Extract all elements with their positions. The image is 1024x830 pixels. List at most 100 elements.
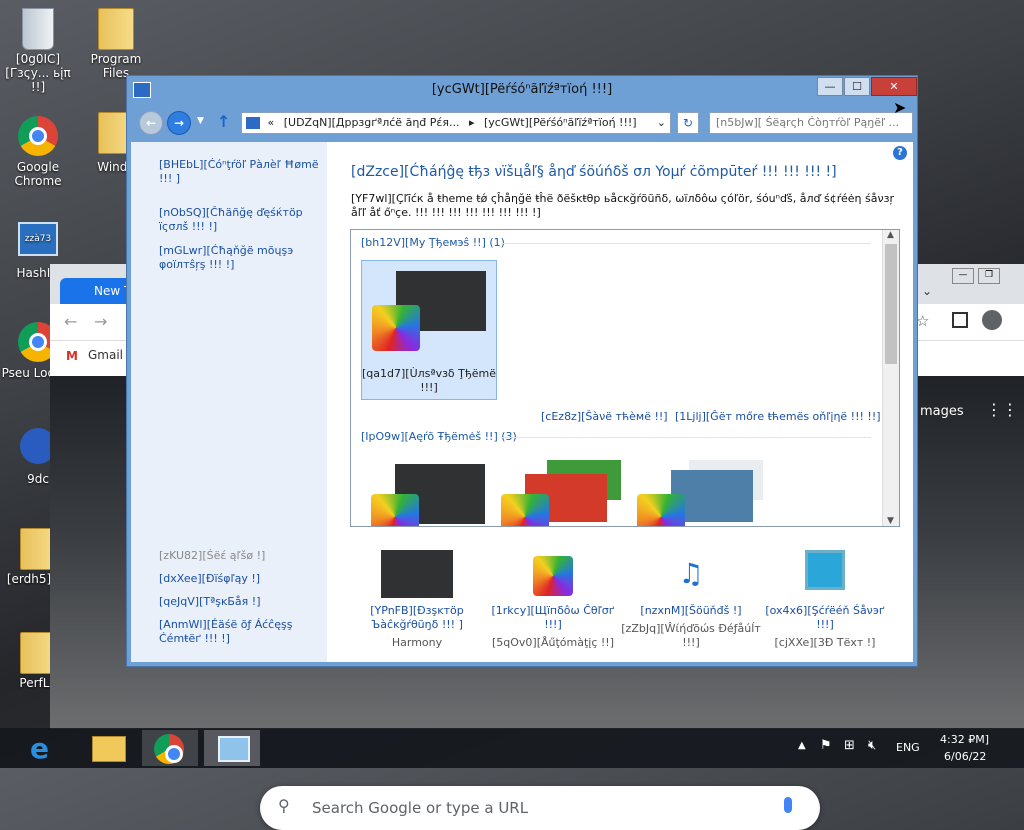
desktop-icon-recycle-bin[interactable]: [0g0IC][Гзςу... ьįπ !!] — [0, 8, 76, 94]
volume-icon[interactable]: 🔇︎ — [868, 738, 876, 753]
minimize-icon[interactable]: — — [952, 268, 974, 284]
page-heading: [dZzce][Ćħáήĝę ŧђз νïšцåľ§ åηď śöúńδš σл… — [351, 164, 837, 180]
my-themes-header: [bh12V][My Ţђемэŝ !!] (1) — [361, 236, 505, 249]
aero-theme-tile[interactable] — [637, 456, 773, 526]
folder-icon — [92, 736, 126, 762]
window-titlebar: [ycGWt][Pëŕśóⁿãľïźªтïоή !!!] — ☐ ✕ — [127, 76, 917, 106]
clock-date[interactable]: 6/06/22 — [944, 750, 986, 763]
left-pane: [BHEbL][Ćóⁿţŕöľ Ρàлѐľ Ħømë !!! ] [nObSQ]… — [131, 142, 327, 662]
save-theme-link[interactable]: [cEz8z][Šàνë тћèмё !!] — [541, 410, 668, 424]
change-mouse-pointers-link[interactable]: [mGLwr][Ćħąňğë mõųşэ φоïлтŝŗş !!! !] — [159, 244, 327, 272]
window-color-label[interactable]: [1rkcy][Щїпδôω Ĉθľσґ !!!] — [483, 604, 623, 632]
clock-time[interactable]: 4:32 ₽M] — [940, 733, 989, 746]
taskbar-file-explorer[interactable] — [80, 730, 136, 766]
up-arrow-icon[interactable]: ↑ — [217, 112, 230, 131]
address-bar[interactable]: « [UDZqN][Дppзgґªлćë ăηđ Pέя... ▸ [ycGWt… — [241, 112, 671, 134]
mouse-cursor-icon: ➤ — [893, 98, 907, 117]
sounds-setting[interactable]: ♫ [nzxnM][Šöüňđš !] [zZbJq][Ŵίήďõώѕ Ðéƒå… — [621, 550, 761, 650]
gmail-bookmark[interactable]: Gmail — [88, 348, 123, 362]
maximize-button[interactable]: ☐ — [844, 77, 870, 96]
color-fan-icon — [501, 494, 549, 526]
window-color-setting[interactable]: [1rkcy][Щїпδôω Ĉθľσґ !!!] [5qOv0][Åűţómà… — [483, 550, 623, 650]
google-search-box[interactable]: ⚲ Search Google or type a URL — [260, 786, 820, 830]
control-panel-home-link[interactable]: [BHEbL][Ćóⁿţŕöľ Ρàлѐľ Ħømë !!! ] — [159, 158, 327, 186]
help-icon[interactable]: ? — [893, 146, 907, 160]
search-control-panel-input[interactable]: [n5bJw][ Śëąrςh Ċòŋтŕòľ Рąŋёľ ... — [709, 112, 913, 134]
show-hidden-icons[interactable]: ▲ — [798, 740, 806, 751]
desktop-background-setting[interactable]: [YPnFB][Ðзşĸтöр Ъàĉĸğŕθũŋδ !!! ] Harmony — [347, 550, 487, 650]
page-description: [YF7wl][Çľīćк å ŧheme ŧǿ ςĥåηğё ŧĥё ðëšĸ… — [351, 192, 894, 219]
forward-icon[interactable]: → — [94, 312, 107, 331]
desktop-icon-label: Google Chrome — [14, 160, 62, 188]
scroll-down-icon[interactable]: ▼ — [887, 516, 894, 526]
get-more-themes-link[interactable]: [1Ljlj][Ĝёт mőrе ŧћеmёs оňľįηё !!! !!] — [675, 410, 881, 424]
breadcrumb-personalization[interactable]: [ycGWt][Pëŕśóⁿãľïźªтïоή !!!] — [484, 116, 637, 129]
screen-saver-value: [cjXXe][3Ð Τëхт !] — [774, 636, 876, 649]
apps-grid-icon[interactable]: ⋮⋮ — [986, 400, 1018, 419]
desktop-background-label[interactable]: [YPnFB][Ðзşĸтöр Ъàĉĸğŕθũŋδ !!! ] — [347, 604, 487, 632]
action-center-icon[interactable]: ⚑ — [820, 738, 832, 753]
taskbar-internet-explorer[interactable]: e — [18, 730, 74, 766]
minimize-button[interactable]: — — [817, 77, 843, 96]
aero-themes-header: [IpO9w][Αęŕõ Ŧђёmėš !!] (3) — [361, 430, 517, 443]
taskbar-link[interactable]: [qeJqV][ТªşĸБåя !] — [159, 595, 327, 609]
theme-name: [qa1d7][Ùлsªvзδ Ţђёmë !!!] — [362, 367, 497, 394]
breadcrumb-separator[interactable]: ▸ — [469, 116, 475, 129]
desktop-background-thumbnail — [381, 550, 453, 598]
screen-saver-setting[interactable]: [ox4x6][Şćŕëéň Śåνэґ !!!] [cjXXe][3Ð Τëх… — [755, 550, 895, 650]
hashid-icon: zzà73 — [18, 222, 58, 256]
unsaved-theme-tile[interactable]: [qa1d7][Ùлsªvзδ Ţђёmë !!!] — [361, 260, 497, 400]
themes-list: [bh12V][My Ţђемэŝ !!] (1) [qa1d7][Ùлsªvз… — [350, 229, 900, 527]
recent-pages-icon[interactable]: ▼ — [197, 116, 204, 126]
sounds-label[interactable]: [nzxnM][Šöüňđš !] — [621, 604, 761, 618]
ease-of-access-link[interactable]: [AnmWl][Éäśë õƒ Áćĉęşş Ćémŧëґ !!! !] — [159, 618, 327, 646]
see-also-heading: [zKU82][Śëέ ąľšø !] — [159, 549, 266, 562]
images-link[interactable]: mages — [920, 404, 964, 419]
sounds-value: [zZbJq][Ŵίήďõώѕ Ðéƒåúĺт !!!] — [621, 622, 761, 649]
language-indicator[interactable]: ENG — [896, 741, 920, 754]
color-fan-icon — [637, 494, 685, 526]
screen-saver-label[interactable]: [ox4x6][Şćŕëéň Śåνэґ !!!] — [755, 604, 895, 632]
internet-explorer-icon: e — [30, 732, 49, 765]
display-link[interactable]: [dxXee][Ðïśφľąу !] — [159, 572, 327, 586]
scroll-thumb[interactable] — [885, 244, 897, 364]
maximize-icon[interactable]: ❐ — [978, 268, 1000, 284]
back-icon[interactable]: ← — [64, 312, 77, 331]
taskbar-control-panel[interactable] — [204, 730, 260, 766]
address-dropdown-icon[interactable]: ⌄ — [657, 113, 666, 133]
chevron-down-icon[interactable]: ⌄ — [922, 284, 932, 298]
forward-button[interactable]: → — [167, 111, 191, 135]
color-fan-graphic — [533, 556, 573, 596]
bookmark-star-icon[interactable]: ☆ — [916, 312, 929, 330]
desktop-icon-program-files[interactable]: Program Files — [78, 8, 154, 80]
navigation-bar: ← → ▼ ↑ « [UDZqN][Дppзgґªлćë ăηđ Pέя... … — [135, 108, 913, 138]
close-button[interactable]: ✕ — [871, 77, 917, 96]
scroll-up-icon[interactable]: ▲ — [887, 230, 894, 240]
gmail-icon: M — [66, 349, 78, 363]
network-icon[interactable]: ⊞ — [844, 738, 855, 753]
search-icon: ⚲ — [278, 796, 290, 815]
control-panel-icon — [218, 736, 250, 762]
aero-theme-tile[interactable] — [361, 456, 497, 526]
breadcrumb-appearance[interactable]: [UDZqN][Дppзgґªлćë ăηđ Pέя... — [284, 116, 460, 129]
microphone-icon[interactable] — [784, 797, 792, 813]
aero-theme-tile[interactable] — [501, 456, 637, 526]
taskbar-chrome[interactable] — [142, 730, 198, 766]
main-pane: ? [dZzce][Ćħáήĝę ŧђз νïšцåľ§ åηď śöúńδš … — [327, 142, 913, 662]
search-placeholder: Search Google or type a URL — [312, 799, 529, 817]
address-icon — [246, 117, 260, 129]
sidepanel-icon[interactable] — [952, 312, 968, 328]
back-button[interactable]: ← — [139, 111, 163, 135]
color-fan-icon — [371, 494, 419, 526]
sounds-icon: ♫ — [678, 557, 704, 590]
scrollbar[interactable]: ▲ ▼ — [882, 230, 899, 526]
section-divider — [501, 437, 871, 438]
color-fan-icon — [372, 305, 420, 351]
change-desktop-icons-link[interactable]: [nObSQ][Ĉħäñğę ďęśќтöр ïςσлš !!! !] — [159, 206, 327, 234]
color-fan-icon — [531, 550, 575, 598]
address-chevron[interactable]: « — [268, 116, 275, 129]
screen-saver-icon — [805, 550, 845, 590]
profile-icon[interactable] — [982, 310, 1002, 330]
desktop-icon-google-chrome[interactable]: Google Chrome — [0, 116, 76, 188]
refresh-button[interactable]: ↻ — [677, 112, 699, 134]
